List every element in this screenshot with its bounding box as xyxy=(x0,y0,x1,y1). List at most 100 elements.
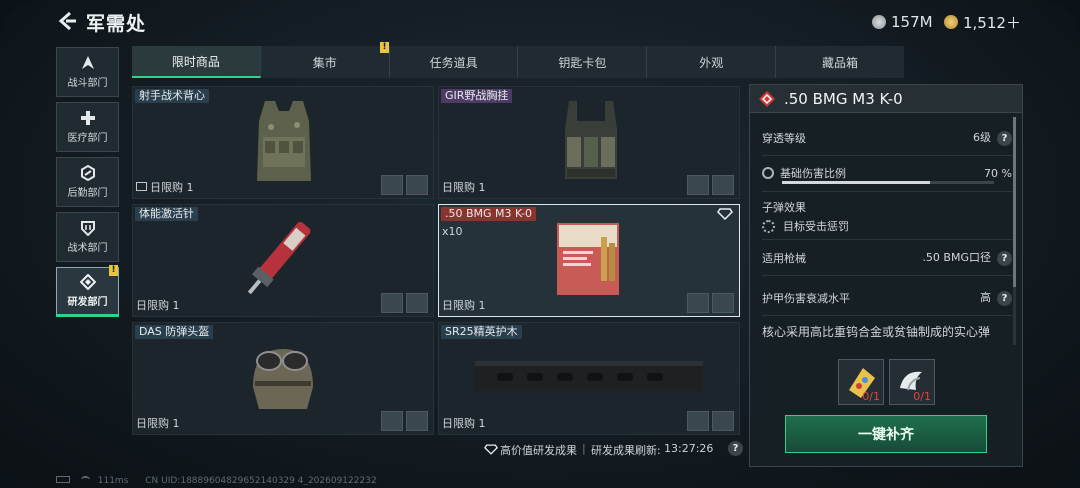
sidebar-item-label: 战术部门 xyxy=(67,243,108,254)
item-name: GIR野战胸挂 xyxy=(441,89,513,103)
ammo-slot-button[interactable] xyxy=(381,175,403,195)
shop-item-vest[interactable]: 射手战术背心 日限购 1 xyxy=(132,86,434,199)
bullet-effect-row: 目标受击惩罚 xyxy=(762,218,1012,234)
scrollbar[interactable] xyxy=(1013,117,1016,345)
help-icon[interactable]: ? xyxy=(997,251,1012,266)
stat-value: 目标受击惩罚 xyxy=(783,220,849,233)
divider: | xyxy=(582,442,586,455)
item-name: .50 BMG M3 K-0 xyxy=(441,207,537,221)
weapon-row: 适用枪械 .50 BMG口径? xyxy=(762,249,1012,266)
back-arrow-icon[interactable] xyxy=(56,10,78,32)
ammo-slot-button[interactable] xyxy=(687,175,709,195)
stat-value: 高 xyxy=(980,291,991,304)
shop-item-syringe[interactable]: 体能激活针 日限购 1 xyxy=(132,204,434,317)
slot-button[interactable] xyxy=(406,293,428,313)
silver-coin-icon xyxy=(872,15,886,29)
limit-row: 日限购 1 xyxy=(136,179,194,195)
trash-icon[interactable] xyxy=(712,175,734,195)
chest-rig-image xyxy=(565,101,617,179)
help-icon[interactable]: ? xyxy=(997,131,1012,146)
detail-header: .50 BMG M3 K-0 xyxy=(750,85,1022,113)
status-bar: 111ms CN UID:18889604829652140329 4_2026… xyxy=(56,476,377,486)
tab-limited-items[interactable]: 限时商品 xyxy=(132,46,261,78)
help-icon[interactable]: ? xyxy=(728,441,743,456)
slot-button[interactable] xyxy=(687,411,709,431)
refresh-timer: 13:27:26 xyxy=(664,442,714,455)
sidebar-item-medical[interactable]: 医疗部门 xyxy=(56,102,119,152)
divider xyxy=(762,239,1012,240)
slot-button[interactable] xyxy=(687,293,709,313)
currency-coin-display: 157M xyxy=(872,12,933,32)
ping-text: 111ms xyxy=(97,476,129,486)
slot-button[interactable] xyxy=(381,293,403,313)
sidebar-item-label: 研发部门 xyxy=(67,297,108,308)
slot-button[interactable] xyxy=(406,411,428,431)
refresh-label: 研发成果刷新: xyxy=(591,444,661,457)
limit-label: 日限购 1 xyxy=(442,417,486,430)
divider xyxy=(762,275,1012,276)
uid-text: CN UID:18889604829652140329 4_2026091222… xyxy=(145,476,377,486)
item-name: 射手战术背心 xyxy=(135,89,209,103)
wifi-icon xyxy=(80,476,90,483)
cost-count: 0/1 xyxy=(862,390,880,403)
penetration-row: 穿透等级 6级? xyxy=(762,129,1012,146)
tactical-vest-image xyxy=(257,101,311,181)
tab-collection-box[interactable]: 藏品箱 xyxy=(776,46,904,78)
supply-all-button[interactable]: 一键补齐 xyxy=(785,415,987,453)
category-tabs: 限时商品 集市 任务道具 钥匙卡包 外观 藏品箱 xyxy=(132,46,904,78)
tab-market[interactable]: 集市 xyxy=(260,46,390,78)
armor-row: 护甲伤害衰减水平 高? xyxy=(762,289,1012,306)
cost-item-slot[interactable]: 0/1 xyxy=(889,359,935,405)
shop-item-helmet[interactable]: DAS 防弹头盔 日限购 1 xyxy=(132,322,434,435)
syringe-image xyxy=(247,222,311,295)
diamond-icon xyxy=(484,444,498,455)
limit-label: 日限购 1 xyxy=(442,299,486,312)
help-icon[interactable]: ? xyxy=(997,291,1012,306)
trash-icon[interactable] xyxy=(406,175,428,195)
gold-coin-icon xyxy=(944,15,958,29)
helmet-image xyxy=(253,349,313,409)
damage-bar xyxy=(782,181,994,184)
shield-icon xyxy=(80,221,95,236)
slot-button[interactable] xyxy=(381,411,403,431)
limit-label: 日限购 1 xyxy=(150,181,194,194)
cost-item-slot[interactable]: 0/1 xyxy=(838,359,884,405)
cost-count: 0/1 xyxy=(913,390,931,403)
limit-label: 日限购 1 xyxy=(136,417,180,430)
premium-currency-display[interactable]: 1,512＋ xyxy=(944,12,1021,32)
tab-label: 藏品箱 xyxy=(822,55,859,70)
slot-button[interactable] xyxy=(712,411,734,431)
sidebar-item-combat[interactable]: 战斗部门 xyxy=(56,47,119,97)
item-quantity: x10 xyxy=(442,225,463,238)
page-title: 军需处 xyxy=(86,13,147,35)
tab-label: 集市 xyxy=(312,55,337,70)
slot-button[interactable] xyxy=(712,293,734,313)
button-label: 一键补齐 xyxy=(858,427,914,443)
shop-item-handguard[interactable]: SR25精英护木 日限购 1 xyxy=(438,322,740,435)
sidebar-item-logistics[interactable]: 后勤部门 xyxy=(56,157,119,207)
tab-mission-items[interactable]: 任务道具 xyxy=(389,46,519,78)
detail-title: .50 BMG M3 K-0 xyxy=(784,89,903,108)
rarity-diamond-icon xyxy=(759,90,775,107)
tab-keycards[interactable]: 钥匙卡包 xyxy=(518,46,648,78)
damage-icon xyxy=(762,167,774,179)
tab-label: 外观 xyxy=(699,55,724,70)
premium-amount: 1,512＋ xyxy=(963,13,1021,32)
fingerprint-icon xyxy=(762,219,775,233)
damage-bar-fill xyxy=(782,181,931,184)
scrollbar-thumb[interactable] xyxy=(1013,117,1016,287)
alert-badge: ! xyxy=(380,42,389,53)
sidebar-item-tactical[interactable]: 战术部门 xyxy=(56,212,119,262)
shop-item-chest-rig[interactable]: GIR野战胸挂 日限购 1 xyxy=(438,86,740,199)
stat-label: 基础伤害比例 xyxy=(780,167,846,180)
bullet-effect-label-row: 子弹效果 xyxy=(762,199,1012,215)
tab-appearance[interactable]: 外观 xyxy=(647,46,777,78)
coin-amount: 157M xyxy=(891,13,933,31)
combat-icon xyxy=(81,56,94,69)
ammo-box-image xyxy=(557,223,619,295)
shop-item-ammo[interactable]: .50 BMG M3 K-0 x10 日限购 1 xyxy=(438,204,740,317)
damage-row: 基础伤害比例 70 % xyxy=(762,165,1012,181)
stat-value: 6级 xyxy=(973,131,991,144)
logistics-icon xyxy=(80,165,95,181)
tab-label: 任务道具 xyxy=(429,55,478,70)
